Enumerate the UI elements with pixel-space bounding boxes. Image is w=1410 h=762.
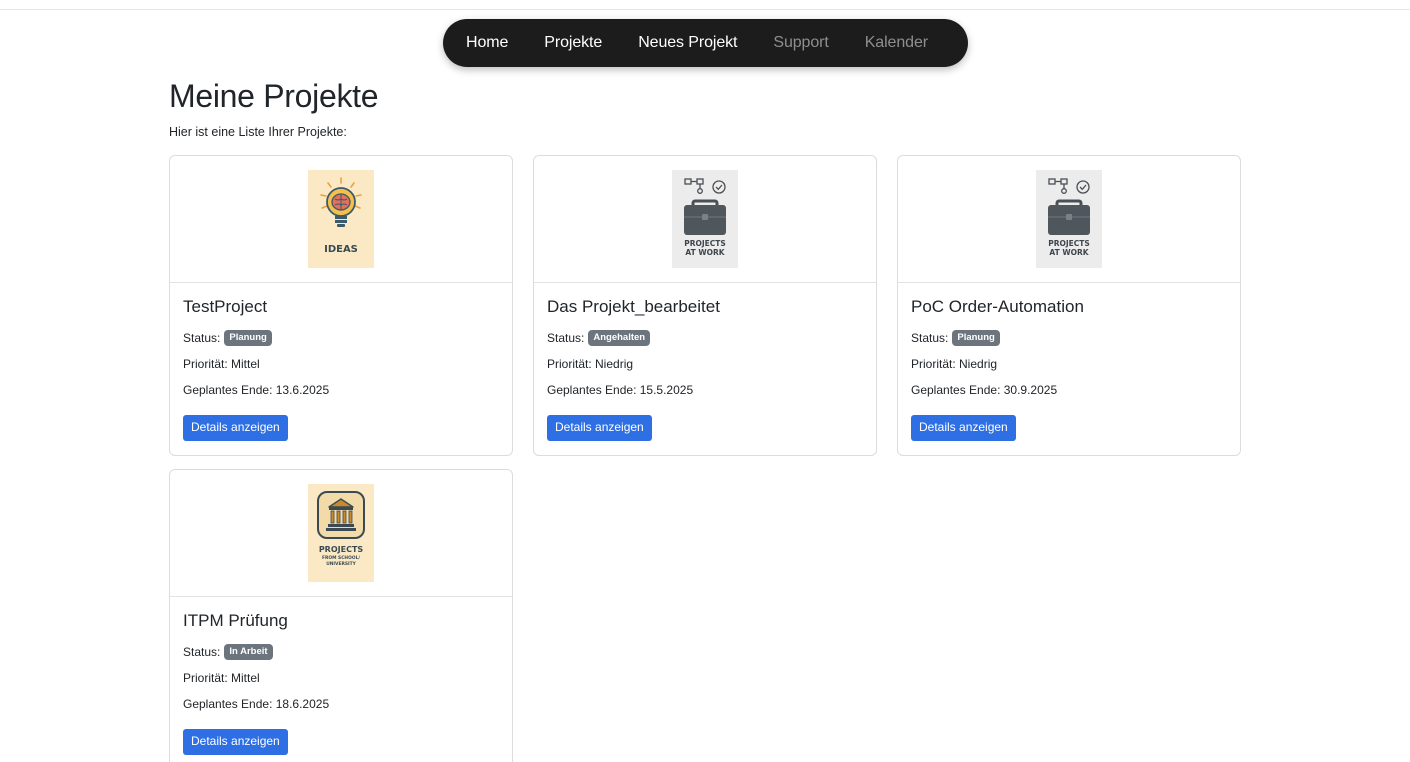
- project-status-row: Status: Angehalten: [547, 328, 863, 348]
- project-title: Das Projekt_bearbeitet: [547, 297, 720, 316]
- briefcase-icon: PROJECTSAT WORK: [684, 178, 726, 257]
- nav-projekte[interactable]: Projekte: [544, 34, 602, 52]
- project-end-date: Geplantes Ende: 15.5.2025: [547, 383, 694, 397]
- details-button[interactable]: Details anzeigen: [547, 415, 652, 441]
- project-priority: Priorität: Mittel: [183, 671, 260, 685]
- details-button[interactable]: Details anzeigen: [183, 729, 288, 755]
- project-title: TestProject: [183, 297, 268, 316]
- thumbnail-caption: IDEAS: [324, 244, 358, 255]
- status-badge: Planung: [224, 330, 272, 346]
- project-thumbnail-area: PROJECTS AT WORK: [534, 156, 876, 283]
- thumbnail-caption: UNIVERSITY: [326, 561, 356, 567]
- project-priority: Priorität: Niedrig: [547, 357, 634, 371]
- project-card: PROJECTS FROM SCHOOL/UNIVERSITY ITPM Prüf…: [169, 469, 513, 762]
- status-badge: In Arbeit: [224, 644, 273, 660]
- project-thumbnail: PROJECTS AT WORK: [1036, 170, 1102, 268]
- project-status-row: Status: Planung: [183, 328, 499, 348]
- nav-support[interactable]: Support: [773, 34, 828, 52]
- project-thumbnail: IDEAS: [308, 170, 374, 268]
- project-card: IDEAS TestProject Status: Planung Priori…: [169, 155, 513, 456]
- page-title: Meine Projekte: [169, 78, 379, 114]
- project-thumbnail-area: IDEAS: [170, 156, 512, 283]
- thumbnail-caption: AT WORK: [1049, 248, 1089, 257]
- thumbnail-caption: AT WORK: [685, 248, 725, 257]
- project-priority: Priorität: Niedrig: [911, 357, 998, 371]
- project-title: ITPM Prüfung: [183, 611, 288, 630]
- project-thumbnail: PROJECTS FROM SCHOOL/UNIVERSITY: [308, 484, 374, 582]
- project-thumbnail: PROJECTS AT WORK: [672, 170, 738, 268]
- page-subtitle: Hier ist eine Liste Ihrer Projekte:: [169, 125, 347, 139]
- status-label: Status:: [183, 331, 221, 345]
- thumbnail-caption: PROJECTS: [319, 545, 364, 554]
- main-navbar: Home Projekte Neues Projekt Support Kale…: [443, 19, 968, 67]
- project-status-row: Status: Planung: [911, 328, 1227, 348]
- thumbnail-caption: PROJECTS: [1048, 239, 1090, 248]
- project-thumbnail-area: PROJECTS AT WORK: [898, 156, 1240, 283]
- briefcase-icon: PROJECTSAT WORK: [1048, 178, 1090, 257]
- thumbnail-caption: PROJECTS: [684, 239, 726, 248]
- nav-neues-projekt[interactable]: Neues Projekt: [638, 34, 737, 52]
- project-card: PROJECTS AT WORK PoC Order-Automation Sta…: [897, 155, 1241, 456]
- project-end-date: Geplantes Ende: 30.9.2025: [911, 383, 1058, 397]
- status-badge: Planung: [952, 330, 1000, 346]
- lightbulb-brain-icon: IDEAS: [320, 177, 362, 255]
- status-label: Status:: [911, 331, 949, 345]
- university-building-icon: PROJECTSFROM SCHOOL/UNIVERSITY: [317, 491, 365, 567]
- nav-kalender[interactable]: Kalender: [865, 34, 928, 52]
- thumbnail-caption: FROM SCHOOL/: [322, 555, 360, 561]
- status-label: Status:: [547, 331, 585, 345]
- project-card: PROJECTS AT WORK Das Projekt_bearbeitet S…: [533, 155, 877, 456]
- status-label: Status:: [183, 645, 221, 659]
- details-button[interactable]: Details anzeigen: [183, 415, 288, 441]
- details-button[interactable]: Details anzeigen: [911, 415, 1016, 441]
- project-thumbnail-area: PROJECTS FROM SCHOOL/UNIVERSITY: [170, 470, 512, 597]
- nav-home[interactable]: Home: [466, 34, 508, 52]
- project-status-row: Status: In Arbeit: [183, 642, 499, 662]
- project-end-date: Geplantes Ende: 18.6.2025: [183, 697, 330, 711]
- project-end-date: Geplantes Ende: 13.6.2025: [183, 383, 330, 397]
- top-divider: [0, 9, 1410, 10]
- status-badge: Angehalten: [588, 330, 651, 346]
- project-title: PoC Order-Automation: [911, 297, 1084, 316]
- project-priority: Priorität: Mittel: [183, 357, 260, 371]
